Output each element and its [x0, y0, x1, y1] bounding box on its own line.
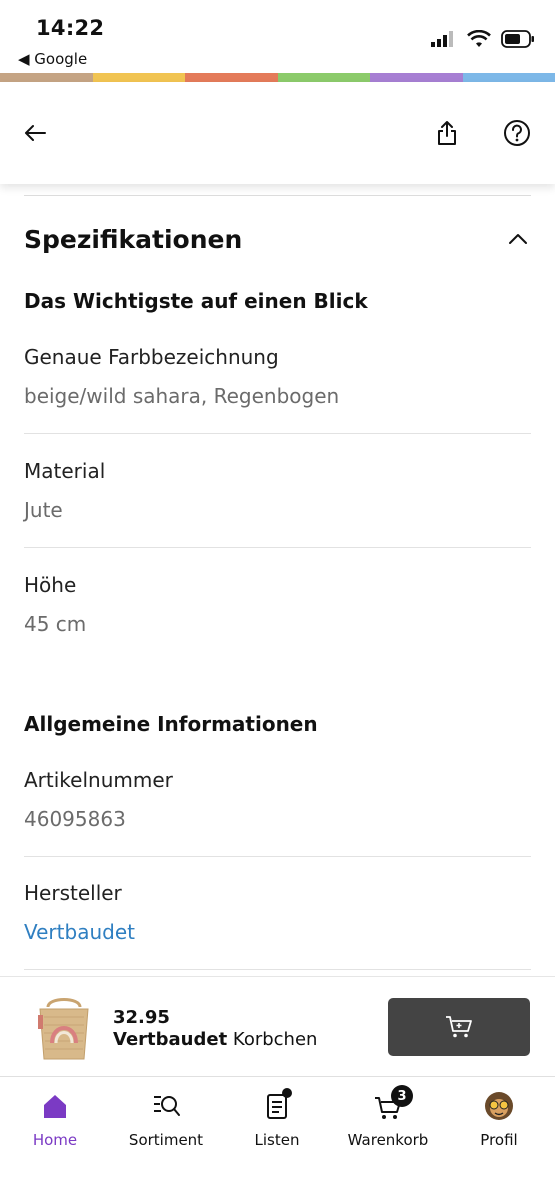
chevron-up-icon[interactable]	[505, 226, 531, 252]
product-title: Korbchen	[227, 1029, 318, 1050]
spec-value: 46095863	[24, 807, 126, 831]
stripe-segment	[370, 73, 463, 82]
tab-home[interactable]: Home	[0, 1077, 110, 1200]
product-brand: Vertbaudet	[113, 1029, 228, 1050]
share-icon	[438, 121, 456, 145]
tab-profil[interactable]: Profil	[444, 1077, 554, 1200]
status-icons	[431, 30, 535, 48]
tab-sortiment[interactable]: Sortiment	[111, 1077, 221, 1200]
product-price: 32.95	[113, 1007, 170, 1028]
group-title-key-facts: Das Wichtigste auf einen Blick	[24, 289, 368, 313]
search-list-icon	[154, 1096, 180, 1116]
spec-label: Hersteller	[24, 881, 122, 905]
divider	[24, 547, 531, 548]
tab-warenkorb[interactable]: 3 Warenkorb	[333, 1077, 443, 1200]
group-title-general-info: Allgemeine Informationen	[24, 712, 318, 736]
status-bar: 14:22 ◀ Google	[0, 0, 555, 72]
divider	[24, 433, 531, 434]
cart-icon	[446, 1016, 472, 1038]
home-icon	[44, 1095, 66, 1118]
back-to-app-link[interactable]: ◀ Google	[18, 50, 87, 68]
share-button[interactable]	[430, 116, 464, 150]
tab-listen[interactable]: Listen	[222, 1077, 332, 1200]
back-button[interactable]	[18, 116, 52, 150]
tab-label: Profil	[480, 1131, 518, 1149]
stripe-segment	[185, 73, 278, 82]
spec-value: beige/wild sahara, Regenbogen	[24, 384, 340, 408]
add-to-cart-bar: 32.95 Vertbaudet Korbchen	[0, 976, 555, 1076]
arrow-left-icon	[25, 125, 46, 141]
tab-label: Sortiment	[128, 1131, 204, 1149]
status-time: 14:22	[36, 16, 105, 40]
stripe-segment	[0, 73, 93, 82]
help-button[interactable]	[500, 116, 534, 150]
spec-label: Material	[24, 459, 106, 483]
spec-label: Genaue Farbbezeichnung	[24, 345, 279, 369]
divider	[24, 195, 531, 196]
top-navigation-bar	[0, 82, 555, 184]
tab-label: Listen	[254, 1131, 300, 1149]
divider	[24, 856, 531, 857]
specifications-heading[interactable]: Spezifikationen	[24, 225, 242, 254]
notification-dot	[282, 1088, 292, 1098]
stripe-segment	[92, 73, 185, 82]
avatar-icon	[485, 1092, 513, 1120]
wifi-icon	[467, 30, 491, 47]
brand-color-stripe	[0, 73, 555, 82]
battery-icon	[501, 30, 534, 48]
add-to-cart-button[interactable]	[388, 998, 530, 1056]
bottom-tab-bar: Home Sortiment Listen 3 Warenkorb Profil	[0, 1076, 555, 1200]
tab-label: Warenkorb	[347, 1131, 429, 1149]
spec-label: Höhe	[24, 573, 77, 597]
divider	[24, 969, 531, 970]
spec-value: Jute	[24, 498, 63, 522]
stripe-segment	[462, 73, 555, 82]
cart-count-badge: 3	[391, 1085, 413, 1107]
help-circle-icon	[504, 120, 530, 146]
product-thumbnail[interactable]	[34, 993, 94, 1063]
manufacturer-link[interactable]: Vertbaudet	[24, 920, 135, 944]
signal-icon	[431, 31, 453, 47]
stripe-segment	[277, 73, 370, 82]
spec-value: 45 cm	[24, 612, 87, 636]
spec-label: Artikelnummer	[24, 768, 173, 792]
tab-label: Home	[32, 1131, 78, 1149]
product-name: Vertbaudet Korbchen	[113, 1029, 317, 1050]
